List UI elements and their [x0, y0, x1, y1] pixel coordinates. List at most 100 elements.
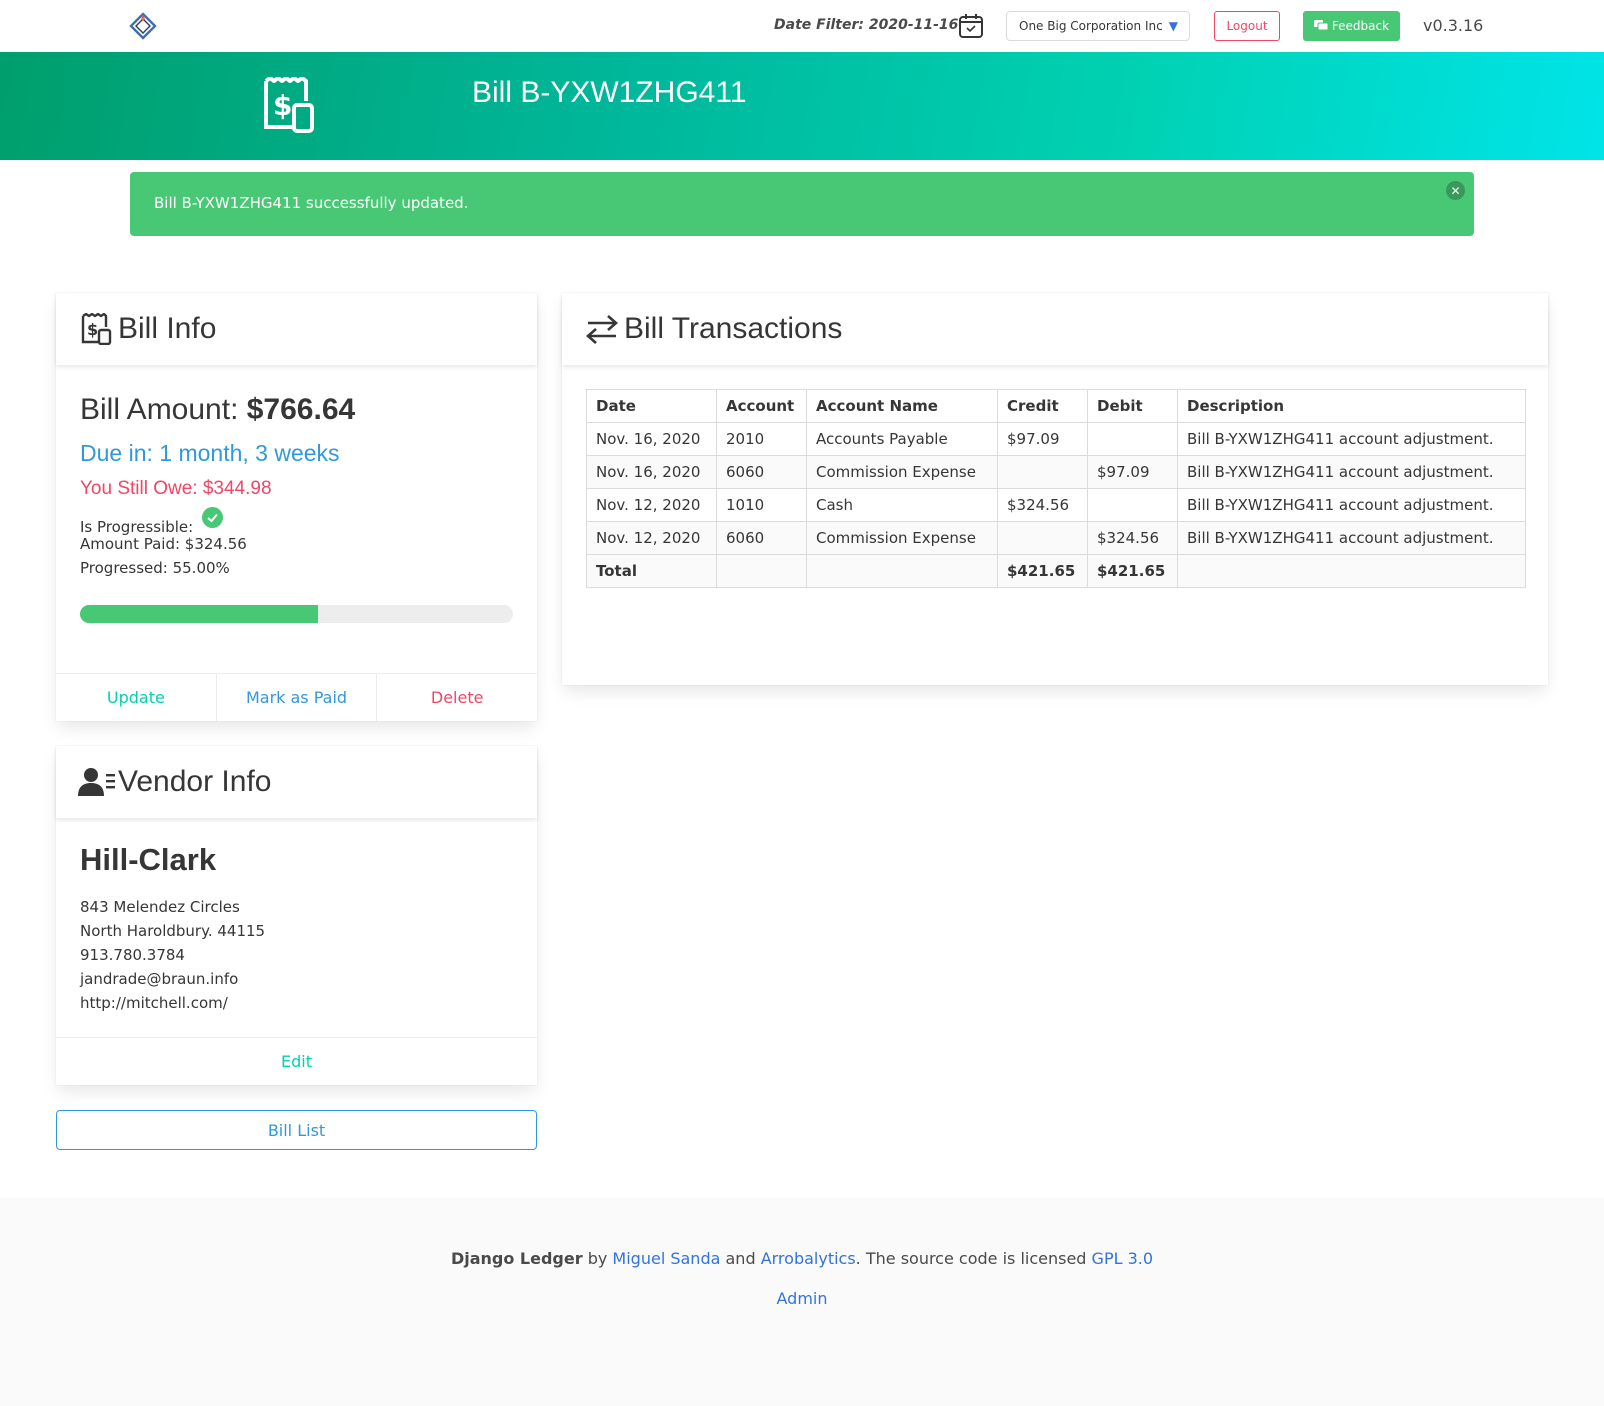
vendor-actions: Edit: [56, 1037, 537, 1085]
feedback-button[interactable]: Feedback: [1303, 11, 1400, 41]
table-cell: Nov. 12, 2020: [586, 488, 717, 522]
footer-brand: Django Ledger: [450, 1249, 583, 1268]
table-cell: Bill B-YXW1ZHG411 account adjustment.: [1177, 488, 1526, 522]
django-ledger-logo-icon[interactable]: [128, 11, 158, 41]
table-cell: $421.65: [1087, 554, 1178, 588]
table-cell: Bill B-YXW1ZHG411 account adjustment.: [1177, 521, 1526, 555]
table-cell: Bill B-YXW1ZHG411 account adjustment.: [1177, 422, 1526, 456]
amount-paid: Amount Paid: $324.56: [80, 535, 247, 553]
footer-by-text: by: [582, 1249, 613, 1268]
table-cell: $97.09: [997, 422, 1088, 456]
table-header-row: Date Account Account Name Credit Debit D…: [586, 389, 1526, 423]
feedback-label: Feedback: [1331, 19, 1390, 33]
footer-license-text: . The source code is licensed: [855, 1249, 1092, 1268]
table-row: Nov. 16, 2020 2010 Accounts Payable $97.…: [586, 422, 1526, 456]
table-cell: $97.09: [1087, 455, 1178, 489]
table-cell: 1010: [716, 488, 807, 522]
column-header: Date: [586, 389, 717, 423]
column-header: Debit: [1087, 389, 1178, 423]
vendor-address-line2: North Haroldbury. 44115: [80, 922, 266, 940]
table-cell: $324.56: [1087, 521, 1178, 555]
chevron-down-icon: ▼: [1168, 19, 1178, 33]
check-circle-icon: [201, 507, 223, 528]
transactions-table: Date Account Account Name Credit Debit D…: [586, 389, 1526, 588]
table-cell: [997, 521, 1088, 555]
bill-info-title: Bill Info: [118, 312, 217, 345]
page-title: Bill B-YXW1ZHG411: [472, 76, 747, 109]
table-total-row: Total $421.65 $421.65: [586, 554, 1526, 588]
mark-as-paid-button[interactable]: Mark as Paid: [217, 674, 378, 721]
success-notification: Bill B-YXW1ZHG411 successfully updated. …: [130, 172, 1474, 236]
vendor-name: Hill-Clark: [80, 842, 217, 877]
top-navbar: Date Filter: 2020-11-16 One Big Corporat…: [0, 0, 1604, 52]
page-footer: Django Ledger by Miguel Sanda and Arroba…: [0, 1198, 1604, 1406]
exchange-arrows-icon: [586, 315, 618, 344]
calendar-check-icon[interactable]: [958, 13, 984, 39]
bill-amount-label: Bill Amount:: [80, 393, 247, 426]
svg-text:$: $: [87, 320, 98, 339]
receipt-dollar-icon: $: [81, 313, 112, 345]
table-cell: Nov. 12, 2020: [586, 521, 717, 555]
bill-list-button[interactable]: Bill List: [56, 1110, 537, 1150]
vendor-info-header: Vendor Info: [56, 746, 537, 818]
progress-bar: [80, 605, 513, 623]
delete-button[interactable]: Delete: [377, 674, 537, 721]
column-header: Account Name: [806, 389, 998, 423]
table-cell: 6060: [716, 455, 807, 489]
vendor-phone: 913.780.3784: [80, 946, 185, 964]
table-cell: Nov. 16, 2020: [586, 455, 717, 489]
version-label: v0.3.16: [1423, 16, 1484, 35]
company-link[interactable]: Arrobalytics: [761, 1249, 856, 1268]
vendor-info-title: Vendor Info: [118, 765, 272, 798]
table-cell: Commission Expense: [806, 521, 998, 555]
table-cell: [716, 554, 807, 588]
vendor-info-card: Vendor Info Hill-Clark 843 Melendez Circ…: [56, 746, 537, 1085]
table-row: Nov. 12, 2020 1010 Cash $324.56 Bill B-Y…: [586, 488, 1526, 522]
vendor-email: jandrade@braun.info: [80, 970, 239, 988]
progressible-label: Is Progressible:: [80, 518, 194, 536]
table-cell: $324.56: [997, 488, 1088, 522]
close-icon[interactable]: ✕: [1446, 181, 1465, 200]
table-cell: Nov. 16, 2020: [586, 422, 717, 456]
table-cell: Cash: [806, 488, 998, 522]
table-cell: [1087, 488, 1178, 522]
admin-link[interactable]: Admin: [0, 1289, 1604, 1308]
vendor-address-line1: 843 Melendez Circles: [80, 898, 240, 916]
progressed: Progressed: 55.00%: [80, 559, 230, 577]
logout-button[interactable]: Logout: [1214, 11, 1280, 41]
bill-info-card: $ Bill Info Bill Amount: $766.64 Due in:…: [56, 293, 537, 721]
bill-amount: Bill Amount: $766.64: [80, 393, 355, 427]
transactions-header: Bill Transactions: [562, 293, 1548, 365]
progress-bar-fill: [80, 605, 319, 623]
table-cell: Bill B-YXW1ZHG411 account adjustment.: [1177, 455, 1526, 489]
table-row: Nov. 12, 2020 6060 Commission Expense $3…: [586, 521, 1526, 555]
bill-info-header: $ Bill Info: [56, 293, 537, 365]
table-cell: $421.65: [997, 554, 1088, 588]
still-owe: You Still Owe: $344.98: [80, 478, 272, 499]
table-cell: [1177, 554, 1526, 588]
page-hero: $ Bill B-YXW1ZHG411: [0, 52, 1604, 160]
progressible-row: Is Progressible:: [80, 507, 223, 536]
bill-actions: Update Mark as Paid Delete: [56, 673, 537, 721]
transactions-title: Bill Transactions: [624, 312, 843, 345]
svg-text:$: $: [273, 89, 292, 122]
table-cell: [806, 554, 998, 588]
table-cell: Total: [586, 554, 717, 588]
table-cell: Accounts Payable: [806, 422, 998, 456]
receipt-dollar-icon: $: [264, 77, 314, 133]
entity-select-value: One Big Corporation Inc: [1019, 19, 1163, 33]
bill-amount-value: $766.64: [246, 393, 356, 426]
table-cell: 2010: [716, 422, 807, 456]
edit-vendor-button[interactable]: Edit: [56, 1038, 537, 1085]
date-filter-label: Date Filter: 2020-11-16: [774, 17, 959, 33]
entity-select[interactable]: One Big Corporation Inc ▼: [1006, 11, 1190, 41]
footer-and-text: and: [720, 1249, 761, 1268]
comments-icon: [1313, 20, 1328, 31]
license-link[interactable]: GPL 3.0: [1092, 1249, 1154, 1268]
table-cell: [997, 455, 1088, 489]
vendor-details: 843 Melendez Circles North Haroldbury. 4…: [80, 895, 265, 1015]
update-button[interactable]: Update: [56, 674, 217, 721]
bill-transactions-card: Bill Transactions Date Account Account N…: [562, 293, 1548, 685]
vendor-website: http://mitchell.com/: [80, 994, 228, 1012]
author-link[interactable]: Miguel Sanda: [612, 1249, 720, 1268]
